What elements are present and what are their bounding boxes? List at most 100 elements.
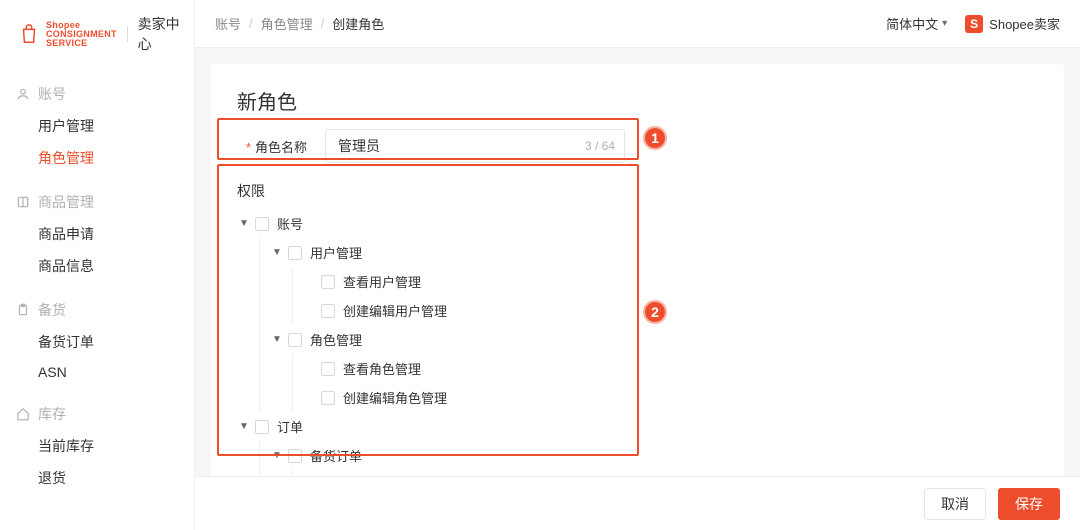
caret-down-icon[interactable]: ▼ [270,334,284,345]
main: 账号 / 角色管理 / 创建角色 简体中文 ▾ S Shopee卖家 新角色 [195,0,1080,530]
breadcrumb-account[interactable]: 账号 [215,14,241,33]
nav: 账号 用户管理 角色管理 商品管理 商品申请 商品信息 备货 [0,64,194,506]
tree-label: 查看用户管理 [343,272,421,291]
annotation-marker-1: 1 [643,126,667,150]
nav-head-label: 库存 [38,404,66,424]
role-name-label-text: 角色名称 [255,140,307,155]
role-name-input-wrap: 3 / 64 [325,129,625,163]
nav-group-stock: 备货 备货订单 ASN [0,294,194,386]
language-switcher[interactable]: 简体中文 ▾ [886,14,947,33]
page-title: 新角色 [237,86,1038,115]
user-icon [16,87,30,101]
breadcrumb-sep: / [249,16,253,31]
tree-leaf: ▼ 查看备货单 [303,470,1038,476]
tree-label: 订单 [277,417,303,436]
tree-node-role-management: ▼ 角色管理 [270,325,1038,354]
breadcrumb-sep: / [321,16,325,31]
user-name: Shopee卖家 [989,14,1060,33]
role-name-input[interactable] [325,129,625,163]
checkbox[interactable] [288,246,302,260]
tree-node-orders: ▼ 订单 [237,412,1038,441]
annotation-marker-2: 2 [643,300,667,324]
sidebar: Shopee CONSIGNMENT SERVICE 卖家中心 账号 用户管理 … [0,0,195,530]
checkbox[interactable] [255,217,269,231]
tree-node-user-management: ▼ 用户管理 [270,238,1038,267]
nav-group-account: 账号 用户管理 角色管理 [0,78,194,174]
sidebar-item-stock-order[interactable]: 备货订单 [0,326,194,358]
breadcrumb-role-management[interactable]: 角色管理 [261,14,313,33]
sidebar-item-user-management[interactable]: 用户管理 [0,110,194,142]
nav-head-products[interactable]: 商品管理 [0,186,194,218]
breadcrumb-create-role: 创建角色 [332,14,384,33]
permissions-title: 权限 [237,181,1038,201]
home-icon [16,407,30,421]
user-badge-icon: S [965,15,983,33]
caret-down-icon[interactable]: ▼ [237,421,251,432]
topbar-right: 简体中文 ▾ S Shopee卖家 [886,14,1060,33]
checkbox[interactable] [288,333,302,347]
checkbox[interactable] [321,391,335,405]
checkbox[interactable] [288,449,302,463]
nav-head-account[interactable]: 账号 [0,78,194,110]
footer: 取消 保存 [195,476,1080,530]
breadcrumb: 账号 / 角色管理 / 创建角色 [215,14,384,33]
save-button-label: 保存 [1015,494,1043,514]
nav-group-products: 商品管理 商品申请 商品信息 [0,186,194,282]
tree-leaf: ▼ 创建编辑用户管理 [303,296,1038,325]
tree-label: 用户管理 [310,243,362,262]
tree-leaf: ▼ 查看用户管理 [303,267,1038,296]
clipboard-icon [16,303,30,317]
content-scroll[interactable]: 新角色 * 角色名称 3 / 64 权限 ▼ [195,48,1080,476]
checkbox[interactable] [321,304,335,318]
nav-group-inventory: 库存 当前库存 退货 [0,398,194,494]
sidebar-item-asn[interactable]: ASN [0,358,194,386]
tree-label: 账号 [277,214,303,233]
tree-label: 创建编辑角色管理 [343,388,447,407]
tree-label: 查看角色管理 [343,359,421,378]
language-label: 简体中文 [886,14,938,33]
role-name-label: * 角色名称 [237,137,307,156]
brand-divider [127,26,128,42]
role-name-row: * 角色名称 3 / 64 [237,129,1038,163]
tree-node-stock-order: ▼ 备货订单 [270,441,1038,470]
nav-head-stock[interactable]: 备货 [0,294,194,326]
tree-leaf: ▼ 创建编辑角色管理 [303,383,1038,412]
nav-head-inventory[interactable]: 库存 [0,398,194,430]
save-button[interactable]: 保存 [998,488,1060,520]
topbar: 账号 / 角色管理 / 创建角色 简体中文 ▾ S Shopee卖家 [195,0,1080,48]
checkbox[interactable] [321,362,335,376]
sidebar-item-product-info[interactable]: 商品信息 [0,250,194,282]
caret-down-icon[interactable]: ▼ [237,218,251,229]
brand: Shopee CONSIGNMENT SERVICE 卖家中心 [0,0,194,64]
tree-node-account: ▼ 账号 [237,209,1038,238]
caret-down-icon[interactable]: ▼ [270,450,284,461]
caret-down-icon[interactable]: ▼ [270,247,284,258]
tree-label: 备货订单 [310,446,362,465]
brand-text: Shopee CONSIGNMENT SERVICE [46,21,117,48]
nav-head-label: 商品管理 [38,192,94,212]
sidebar-item-returns[interactable]: 退货 [0,462,194,494]
checkbox[interactable] [321,275,335,289]
required-star-icon: * [246,140,251,155]
box-icon [16,195,30,209]
chevron-down-icon: ▾ [942,18,947,29]
cancel-button[interactable]: 取消 [924,488,986,520]
sidebar-item-role-management[interactable]: 角色管理 [0,142,194,174]
sidebar-item-current-inventory[interactable]: 当前库存 [0,430,194,462]
sidebar-item-product-apply[interactable]: 商品申请 [0,218,194,250]
nav-head-label: 账号 [38,84,66,104]
brand-line3: SERVICE [46,39,117,48]
tree-label: 创建编辑用户管理 [343,301,447,320]
tree-leaf: ▼ 查看角色管理 [303,354,1038,383]
brand-title: 卖家中心 [138,14,182,54]
checkbox[interactable] [255,420,269,434]
shopee-bag-icon [18,23,40,45]
nav-head-label: 备货 [38,300,66,320]
tree-label: 查看备货单 [343,475,408,476]
user-menu[interactable]: S Shopee卖家 [965,14,1060,33]
tree-label: 角色管理 [310,330,362,349]
cancel-button-label: 取消 [941,494,969,514]
permissions-tree: ▼ 账号 ▼ 用户管理 ▼ [237,209,1038,476]
char-count: 3 / 64 [585,139,615,153]
card: 新角色 * 角色名称 3 / 64 权限 ▼ [211,64,1064,476]
